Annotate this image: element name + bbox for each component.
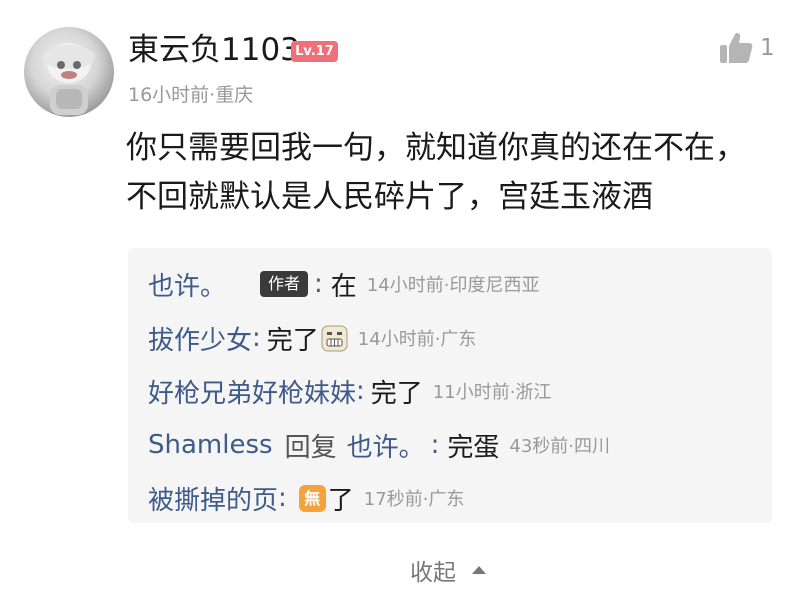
- reply-to-user[interactable]: 也许。: [347, 427, 425, 464]
- reply-text: 在: [330, 271, 357, 302]
- reply-to-label: 回复: [284, 432, 337, 463]
- thumbs-up-icon[interactable]: [718, 30, 754, 66]
- reply-separator: :: [252, 323, 261, 353]
- comment-body: 你只需要回我一句，就知道你真的还在不在， 不回就默认是人民碎片了，宫廷玉液酒: [126, 124, 776, 222]
- reply-text: 完了: [266, 325, 319, 356]
- reply-list: 也许。 作者 : 在 14小时前·印度尼西亚 拔作少女 : 完了 14小时前·广…: [128, 248, 772, 523]
- reply-author[interactable]: 被撕掉的页: [148, 480, 278, 517]
- comment-username[interactable]: 東云负1103: [128, 30, 300, 70]
- reply-separator: :: [314, 269, 323, 299]
- reply-item[interactable]: 被撕掉的页 : 無 了 17秒前·广东: [148, 478, 464, 518]
- reply-time: 11小时前·浙江: [432, 382, 552, 403]
- reply-time: 43秒前·四川: [509, 436, 611, 457]
- reply-separator: :: [278, 483, 287, 513]
- reply-text: 完蛋: [447, 432, 500, 463]
- caret-up-icon: [472, 566, 486, 574]
- author-tag: 作者: [260, 271, 309, 297]
- reply-item[interactable]: Shamless 回复 也许。 : 完蛋 43秒前·四川: [148, 425, 610, 465]
- reply-item[interactable]: 好枪兄弟好枪妹妹 : 完了 11小时前·浙江: [148, 371, 551, 411]
- avatar[interactable]: [24, 27, 114, 117]
- comment-meta: 16小时前·重庆: [128, 84, 254, 106]
- reply-time: 14小时前·印度尼西亚: [366, 275, 540, 296]
- comment-line: 不回就默认是人民碎片了，宫廷玉液酒: [126, 179, 653, 215]
- reply-time: 14小时前·广东: [357, 329, 477, 350]
- reply-author[interactable]: 拔作少女: [148, 320, 252, 357]
- reply-author[interactable]: Shamless: [148, 430, 273, 460]
- reply-author[interactable]: 好枪兄弟好枪妹妹: [148, 373, 356, 410]
- collapse-label: 收起: [410, 560, 456, 586]
- reply-item[interactable]: 拔作少女 : 完了 14小时前·广东: [148, 318, 476, 358]
- reply-time: 17秒前·广东: [363, 489, 465, 510]
- reply-separator: :: [430, 430, 440, 460]
- reply-text: 了: [327, 485, 354, 516]
- reply-author[interactable]: 也许。: [148, 266, 226, 303]
- collapse-button[interactable]: 收起: [410, 552, 486, 588]
- comment-line: 你只需要回我一句，就知道你真的还在不在，: [126, 130, 746, 166]
- avatar-image: [43, 43, 95, 115]
- level-badge: Lv.17: [291, 41, 338, 62]
- reply-text: 完了: [370, 378, 423, 409]
- wu-emoji: 無: [298, 484, 326, 512]
- reply-item[interactable]: 也许。 作者 : 在 14小时前·印度尼西亚: [148, 264, 539, 304]
- like-count: 1: [760, 35, 775, 61]
- reply-separator: :: [356, 376, 365, 406]
- grimace-face-emoji: [321, 325, 348, 352]
